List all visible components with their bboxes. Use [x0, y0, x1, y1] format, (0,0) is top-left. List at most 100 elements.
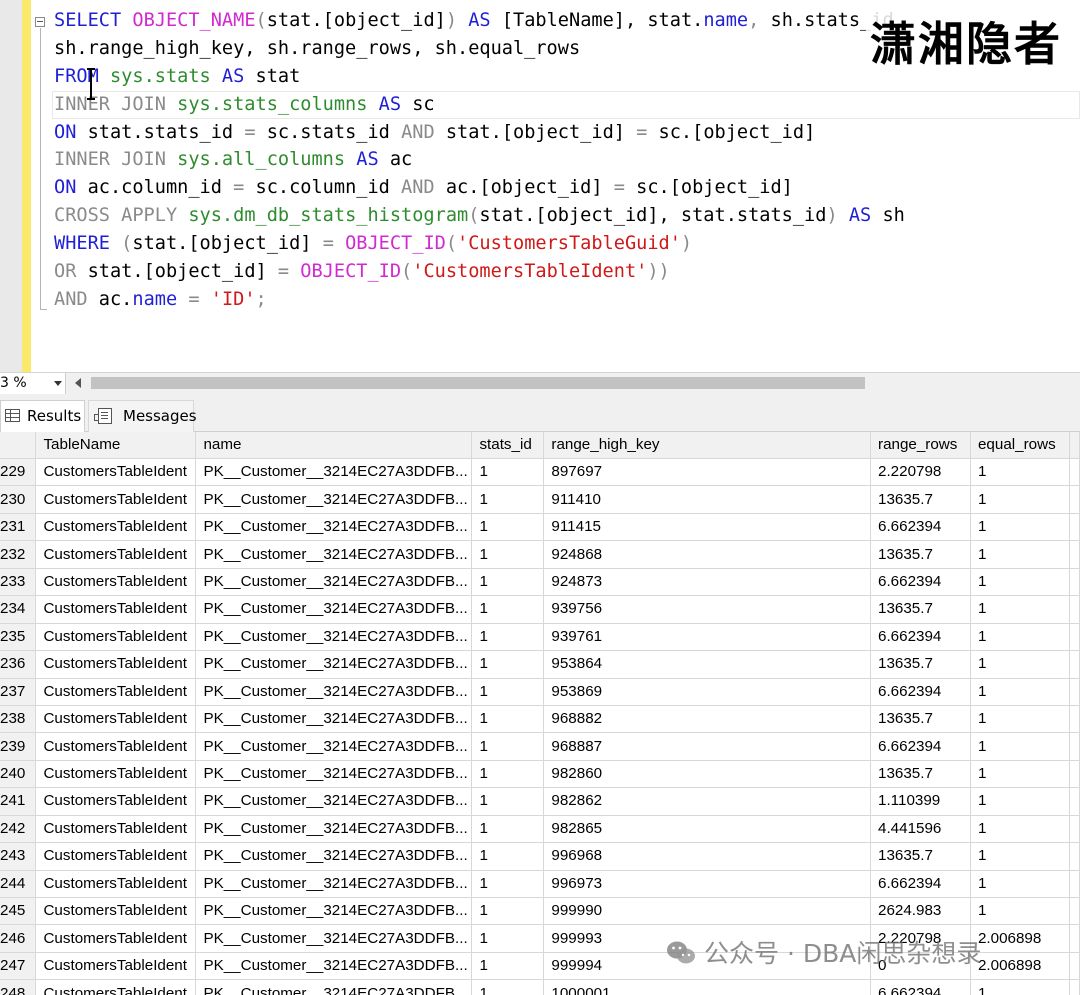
table-cell[interactable]: PK__Customer__3214EC27A3DDFB... — [195, 952, 473, 981]
table-cell[interactable]: 1 — [471, 650, 545, 679]
table-cell[interactable]: PK__Customer__3214EC27A3DDFB... — [195, 815, 473, 844]
table-cell[interactable]: 13635.7 — [870, 595, 971, 624]
table-cell[interactable]: PK__Customer__3214EC27A3DDFB... — [195, 513, 473, 542]
row-number[interactable]: 229 — [0, 458, 37, 487]
row-number[interactable]: 240 — [0, 760, 37, 789]
table-row[interactable]: 244 CustomersTableIdent PK__Customer__3214… — [0, 870, 1080, 899]
table-cell[interactable]: 1 — [471, 924, 545, 953]
row-number[interactable]: 234 — [0, 595, 37, 624]
table-cell[interactable]: 1 — [970, 678, 1070, 706]
code-line[interactable]: AND ac.name = 'ID'; — [54, 286, 1080, 314]
table-cell[interactable]: PK__Customer__3214EC27A3DDFB... — [195, 842, 473, 871]
column-header[interactable]: range_high_key — [543, 432, 872, 459]
table-cell[interactable]: CustomersTableIdent — [35, 513, 197, 542]
table-cell[interactable]: 2.220798 — [870, 458, 971, 487]
table-cell[interactable]: 1 — [471, 842, 545, 871]
tab-messages[interactable]: Messages — [88, 400, 197, 432]
table-cell[interactable]: PK__Customer__3214EC27A3DDFB... — [195, 705, 473, 734]
table-row[interactable]: 235 CustomersTableIdent PK__Customer__3214… — [0, 623, 1080, 652]
table-cell[interactable]: 911410 — [543, 485, 872, 514]
table-row[interactable]: 240 CustomersTableIdent PK__Customer__3214… — [0, 760, 1080, 789]
table-cell[interactable]: 1 — [471, 732, 545, 761]
table-cell[interactable]: 1 — [970, 485, 1070, 514]
column-header[interactable]: name — [195, 432, 473, 459]
table-row[interactable]: 237 CustomersTableIdent PK__Customer__3214… — [0, 678, 1080, 706]
horizontal-scrollbar-thumb[interactable] — [91, 377, 865, 389]
table-cell[interactable]: 939761 — [543, 623, 872, 652]
row-number[interactable]: 242 — [0, 815, 37, 844]
table-cell[interactable]: 996973 — [543, 870, 872, 899]
table-cell[interactable]: 13635.7 — [870, 650, 971, 679]
table-cell[interactable]: CustomersTableIdent — [35, 540, 197, 569]
table-row[interactable]: 248 CustomersTableIdent PK__Customer__3214… — [0, 979, 1080, 995]
table-cell[interactable]: 1 — [471, 458, 545, 487]
table-cell[interactable]: CustomersTableIdent — [35, 760, 197, 789]
table-cell[interactable]: CustomersTableIdent — [35, 842, 197, 871]
table-cell[interactable]: CustomersTableIdent — [35, 870, 197, 899]
table-cell[interactable]: PK__Customer__3214EC27A3DDFB... — [195, 732, 473, 761]
table-cell[interactable]: 2.006898 — [970, 952, 1070, 981]
chevron-down-icon[interactable] — [54, 381, 62, 386]
table-cell[interactable]: 2624.983 — [870, 897, 971, 926]
table-cell[interactable]: 13635.7 — [870, 842, 971, 871]
table-cell[interactable]: 999990 — [543, 897, 872, 926]
table-row[interactable]: 230 CustomersTableIdent PK__Customer__3214… — [0, 485, 1080, 514]
row-number[interactable]: 232 — [0, 540, 37, 569]
table-row[interactable]: 241 CustomersTableIdent PK__Customer__3214… — [0, 787, 1080, 816]
row-number[interactable]: 238 — [0, 705, 37, 734]
table-row[interactable]: 229 CustomersTableIdent PK__Customer__3214… — [0, 458, 1080, 487]
row-number[interactable]: 237 — [0, 678, 37, 706]
row-number[interactable]: 247 — [0, 952, 37, 981]
table-cell[interactable]: 1 — [471, 513, 545, 542]
table-cell[interactable]: 1 — [471, 540, 545, 569]
table-cell[interactable]: 924868 — [543, 540, 872, 569]
table-cell[interactable]: PK__Customer__3214EC27A3DDFB... — [195, 787, 473, 816]
code-line[interactable]: INNER JOIN sys.all_columns AS ac — [54, 146, 1080, 174]
table-cell[interactable]: CustomersTableIdent — [35, 924, 197, 953]
table-cell[interactable]: 1 — [970, 787, 1070, 816]
table-cell[interactable]: PK__Customer__3214EC27A3DDFB... — [195, 678, 473, 706]
table-cell[interactable]: 1 — [471, 485, 545, 514]
table-cell[interactable]: CustomersTableIdent — [35, 897, 197, 926]
query-editor[interactable]: SELECT OBJECT_NAME(stat.[object_id]) AS … — [0, 0, 1080, 372]
table-cell[interactable]: 982862 — [543, 787, 872, 816]
row-number[interactable]: 244 — [0, 870, 37, 899]
table-cell[interactable]: 1 — [970, 979, 1070, 995]
table-cell[interactable]: 1 — [471, 952, 545, 981]
table-cell[interactable]: PK__Customer__3214EC27A3DDFB... — [195, 540, 473, 569]
table-cell[interactable]: 1 — [970, 732, 1070, 761]
results-grid[interactable]: TableName name stats_id range_high_key range… — [0, 432, 1080, 995]
column-header[interactable]: equal_rows — [970, 432, 1070, 459]
table-row[interactable]: 243 CustomersTableIdent PK__Customer__3214… — [0, 842, 1080, 871]
table-cell[interactable]: 968882 — [543, 705, 872, 734]
table-cell[interactable]: CustomersTableIdent — [35, 678, 197, 706]
table-cell[interactable]: CustomersTableIdent — [35, 815, 197, 844]
table-cell[interactable]: 953864 — [543, 650, 872, 679]
table-cell[interactable]: 13635.7 — [870, 540, 971, 569]
table-cell[interactable]: 1000001 — [543, 979, 872, 995]
table-cell[interactable]: 1 — [471, 595, 545, 624]
table-cell[interactable]: CustomersTableIdent — [35, 595, 197, 624]
collapse-icon[interactable] — [35, 17, 45, 27]
table-cell[interactable]: 6.662394 — [870, 623, 971, 652]
table-cell[interactable]: 1 — [970, 623, 1070, 652]
table-row[interactable]: 232 CustomersTableIdent PK__Customer__3214… — [0, 540, 1080, 569]
table-cell[interactable]: 6.662394 — [870, 513, 971, 542]
table-cell[interactable]: 4.441596 — [870, 815, 971, 844]
table-cell[interactable]: PK__Customer__3214EC27A3DDFB... — [195, 568, 473, 597]
table-cell[interactable]: 6.662394 — [870, 979, 971, 995]
table-cell[interactable]: PK__Customer__3214EC27A3DDFB... — [195, 897, 473, 926]
scroll-left-icon[interactable] — [75, 378, 81, 388]
table-cell[interactable]: 1 — [970, 650, 1070, 679]
row-number[interactable]: 231 — [0, 513, 37, 542]
table-cell[interactable]: 6.662394 — [870, 870, 971, 899]
table-row[interactable]: 234 CustomersTableIdent PK__Customer__3214… — [0, 595, 1080, 624]
table-cell[interactable]: PK__Customer__3214EC27A3DDFB... — [195, 870, 473, 899]
code-line[interactable]: INNER JOIN sys.stats_columns AS sc — [52, 90, 1080, 119]
table-cell[interactable]: 1 — [471, 568, 545, 597]
row-number[interactable]: 236 — [0, 650, 37, 679]
table-cell[interactable]: 1 — [970, 870, 1070, 899]
table-cell[interactable]: 1 — [471, 787, 545, 816]
zoom-dropdown[interactable]: 3 % — [0, 373, 66, 394]
table-cell[interactable]: 13635.7 — [870, 760, 971, 789]
